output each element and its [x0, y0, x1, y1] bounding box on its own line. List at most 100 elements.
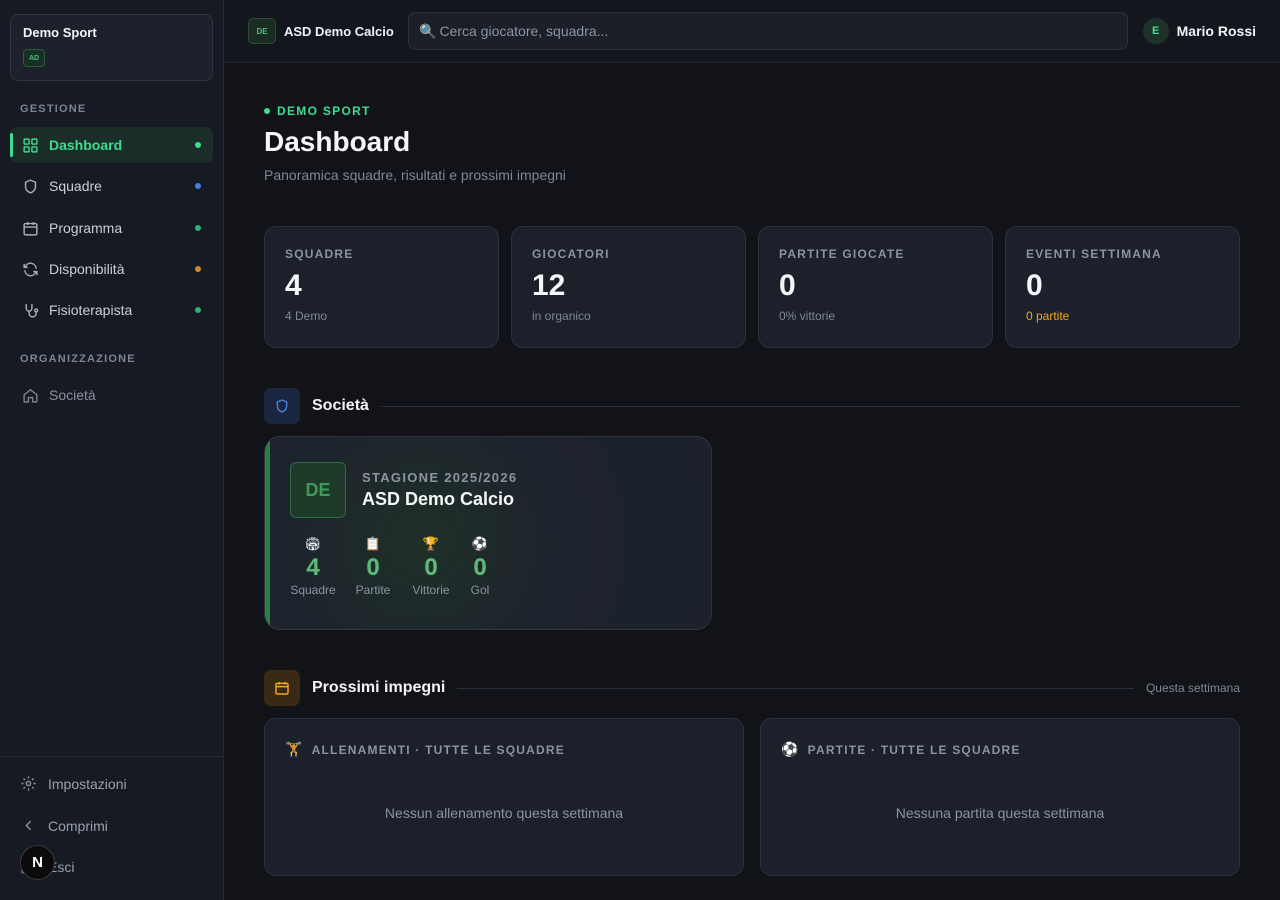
metric-partite: 📋 0 Partite: [343, 536, 403, 597]
agenda-card-header: 🏋 ALLENAMENTI · TUTTE LE SQUADRE: [285, 741, 565, 758]
section-label-gestione: GESTIONE: [20, 103, 87, 115]
calendar-icon: [22, 220, 39, 237]
weightlifting-icon: 🏋: [285, 741, 304, 757]
collapse-label: Comprimi: [48, 817, 108, 834]
org-badge: AD: [23, 49, 45, 67]
grid-icon: [22, 137, 39, 154]
stat-value: 4: [285, 269, 302, 302]
soccer-ball-icon: ⚽: [471, 536, 489, 551]
chevron-left-icon: [20, 817, 37, 834]
sidebar-item-label: Fisioterapista: [49, 302, 133, 318]
settings-button[interactable]: Impostazioni: [20, 775, 127, 792]
stat-value: 0: [779, 269, 796, 302]
club-name: ASD Demo Calcio: [284, 23, 394, 39]
agenda-card-header: ⚽ PARTITE · TUTTE LE SQUADRE: [781, 741, 1021, 758]
settings-label: Impostazioni: [48, 775, 127, 792]
sidebar-item-squadre[interactable]: Squadre: [10, 168, 213, 204]
gear-icon: [20, 775, 37, 792]
search-input[interactable]: [439, 23, 1120, 39]
empty-state-text: Nessuna partita questa settimana: [895, 805, 1105, 821]
metric-value: 4: [306, 554, 320, 581]
club-card[interactable]: DE STAGIONE 2025/2026 ASD Demo Calcio 🏟 …: [264, 436, 712, 630]
eyebrow-label: DEMO SPORT: [277, 104, 371, 118]
refresh-icon: [22, 261, 39, 278]
avatar: E: [1142, 18, 1169, 44]
sidebar-item-label: Dashboard: [49, 137, 123, 153]
sidebar-item-societa[interactable]: Società: [10, 377, 213, 413]
sidebar-item-programma[interactable]: Programma: [10, 210, 213, 246]
stat-value: 0: [1026, 269, 1043, 302]
metric-label: Squadre: [290, 583, 336, 597]
club-logo: DE: [248, 18, 276, 44]
sidebar-item-disponibilita[interactable]: Disponibilità: [10, 251, 213, 287]
divider: [457, 687, 1134, 689]
sidebar-item-label: Società: [49, 387, 96, 403]
page-eyebrow: DEMO SPORT: [264, 104, 371, 118]
org-switcher[interactable]: Demo Sport AD: [10, 14, 213, 81]
section-label-organizzazione: ORGANIZZAZIONE: [20, 353, 136, 365]
status-dot: [195, 307, 201, 313]
org-name: Demo Sport: [23, 25, 97, 40]
stat-card-giocatori: GIOCATORI 12 in organico: [511, 226, 746, 348]
section-title: Prossimi impegni: [312, 679, 446, 696]
metric-value: 0: [366, 554, 380, 581]
soccer-ball-icon: ⚽: [781, 741, 800, 757]
stat-label: GIOCATORI: [532, 247, 610, 261]
section-impegni-header: Prossimi impegni Questa settimana: [264, 670, 1240, 706]
user-menu[interactable]: E Mario Rossi: [1142, 18, 1256, 44]
sidebar-footer-divider: [0, 756, 223, 757]
dev-tools-badge[interactable]: N: [20, 845, 55, 880]
section-societa-header: Società: [264, 388, 1240, 424]
divider: [380, 405, 1240, 407]
stadium-icon: 🏟: [304, 536, 322, 551]
empty-state-text: Nessun allenamento questa settimana: [384, 805, 624, 821]
clipboard-icon: 📋: [364, 536, 382, 551]
stat-sub: 4 Demo: [285, 309, 328, 323]
section-meta: Questa settimana: [1145, 681, 1240, 695]
stethoscope-icon: [22, 302, 39, 319]
sidebar-item-dashboard[interactable]: Dashboard: [10, 127, 213, 163]
status-dot: [195, 266, 201, 272]
stat-sub: 0% vittorie: [779, 309, 836, 323]
club-card-name: ASD Demo Calcio: [362, 489, 515, 509]
metric-squadre: 🏟 4 Squadre: [283, 536, 343, 597]
section-title: Società: [312, 397, 369, 414]
agenda-card-title: PARTITE · TUTTE LE SQUADRE: [807, 742, 1021, 757]
status-dot: [195, 142, 201, 148]
agenda-card-partite: ⚽ PARTITE · TUTTE LE SQUADRE Nessuna par…: [760, 718, 1240, 876]
shield-icon: [22, 178, 39, 195]
calendar-icon: [264, 670, 300, 706]
status-dot: [195, 225, 201, 231]
agenda-card-title: ALLENAMENTI · TUTTE LE SQUADRE: [311, 742, 565, 757]
sidebar-item-label: Squadre: [49, 178, 102, 194]
sidebar: Demo Sport AD GESTIONE Dashboard Squadre…: [0, 0, 224, 900]
metric-label: Partite: [355, 583, 391, 597]
sidebar-item-label: Programma: [49, 220, 123, 236]
sidebar-item-fisioterapista[interactable]: Fisioterapista: [10, 292, 213, 328]
stat-card-squadre: SQUADRE 4 4 Demo: [264, 226, 499, 348]
eyebrow-dot: [264, 108, 270, 114]
stat-card-partite: PARTITE GIOCATE 0 0% vittorie: [758, 226, 993, 348]
search-box[interactable]: 🔍: [408, 12, 1128, 50]
club-chip[interactable]: DE ASD Demo Calcio: [248, 18, 394, 44]
topbar: DE ASD Demo Calcio 🔍 E Mario Rossi: [224, 0, 1280, 63]
user-name: Mario Rossi: [1176, 23, 1256, 39]
sidebar-item-label: Disponibilità: [49, 261, 125, 277]
season-label: STAGIONE 2025/2026: [362, 470, 518, 485]
stat-value: 12: [532, 269, 566, 302]
page-title: Dashboard: [264, 126, 411, 157]
status-dot: [195, 183, 201, 189]
metric-gol: ⚽ 0 Gol: [450, 536, 510, 597]
stat-label: EVENTI SETTIMANA: [1026, 247, 1162, 261]
stat-label: PARTITE GIOCATE: [779, 247, 905, 261]
metric-label: Gol: [470, 583, 490, 597]
stat-sub: in organico: [532, 309, 591, 323]
page-subtitle: Panoramica squadre, risultati e prossimi…: [264, 167, 566, 183]
stat-card-eventi: EVENTI SETTIMANA 0 0 partite: [1005, 226, 1240, 348]
metric-value: 0: [473, 554, 487, 581]
shield-icon: [264, 388, 300, 424]
home-icon: [22, 387, 39, 404]
stat-label: SQUADRE: [285, 247, 354, 261]
club-card-logo: DE: [290, 462, 346, 518]
collapse-button[interactable]: Comprimi: [20, 817, 108, 834]
